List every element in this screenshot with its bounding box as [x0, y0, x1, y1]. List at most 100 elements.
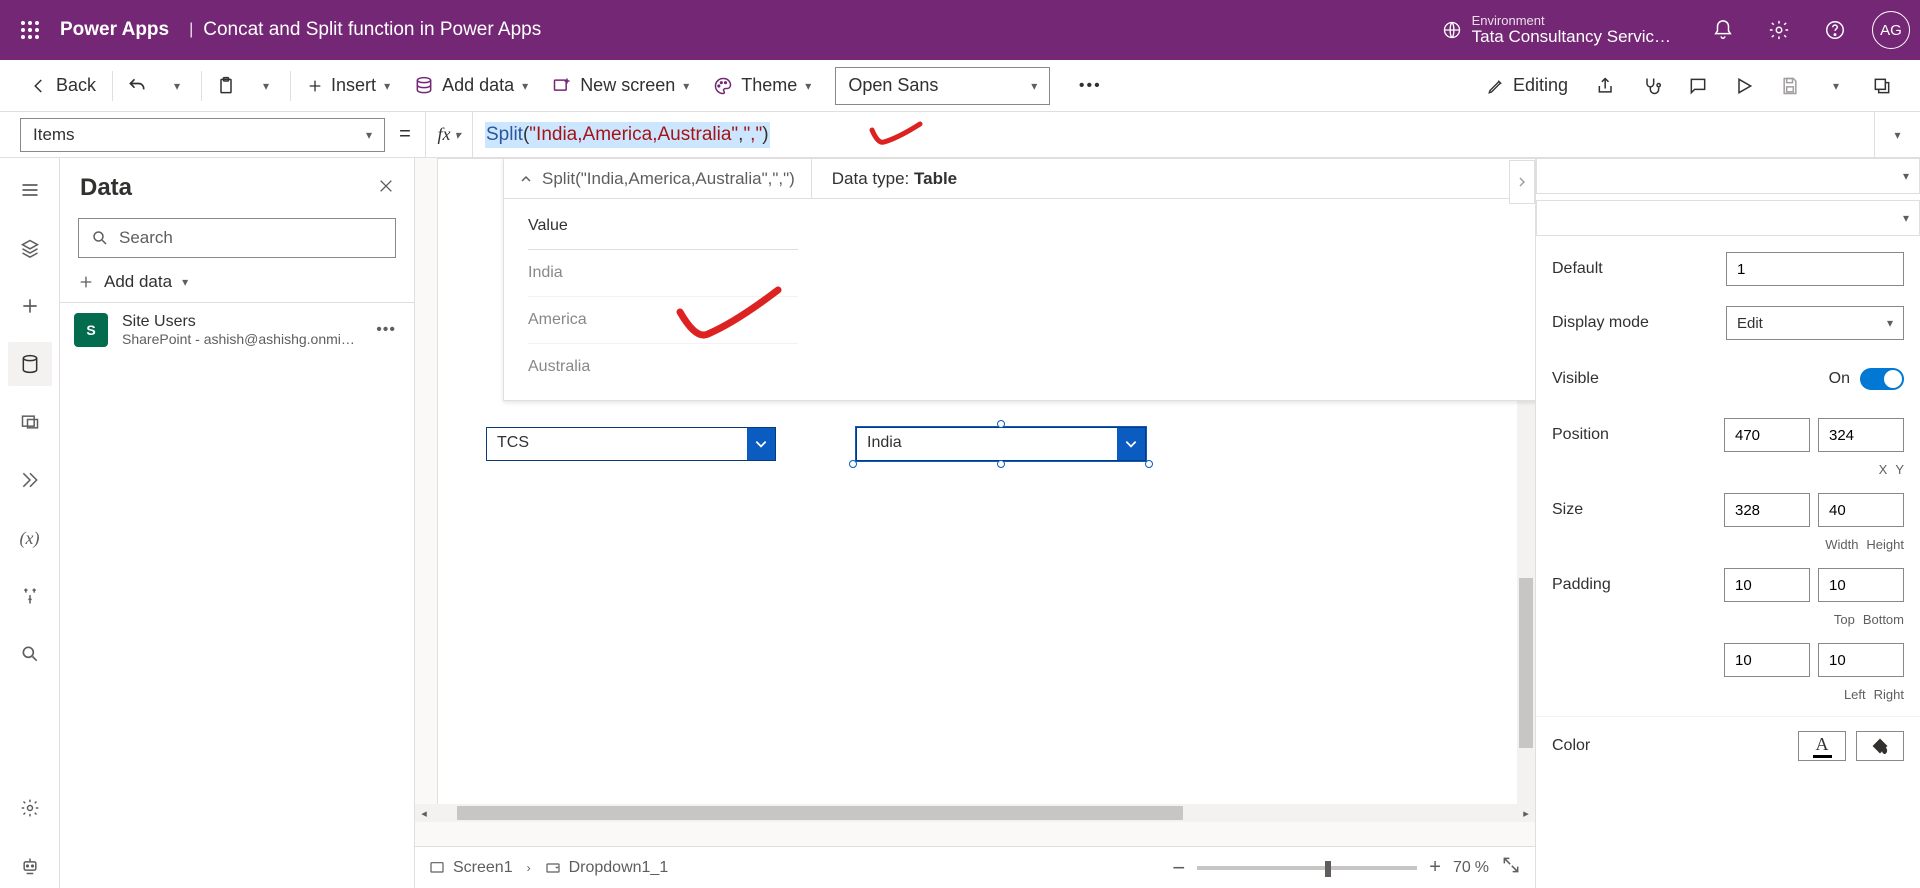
zoom-slider[interactable]	[1197, 866, 1417, 870]
rail-media[interactable]	[8, 400, 52, 444]
zoom-in-button[interactable]: +	[1429, 856, 1441, 879]
result-datatype: Data type: Table	[812, 169, 977, 189]
prop-size-height[interactable]	[1818, 493, 1904, 527]
rail-advanced-tools[interactable]	[8, 574, 52, 618]
fx-button[interactable]: fx ▾	[425, 112, 473, 158]
dropdown1-value: TCS	[487, 428, 747, 460]
scroll-left-button[interactable]: ◂	[415, 804, 433, 822]
app-checker-button[interactable]	[1634, 68, 1670, 104]
rail-tree-view[interactable]	[8, 226, 52, 270]
prop-padding-bottom[interactable]	[1818, 568, 1904, 602]
gear-icon	[20, 798, 40, 818]
rail-data[interactable]	[8, 342, 52, 386]
rail-variables[interactable]: (x)	[8, 516, 52, 560]
fx-icon: fx	[437, 124, 450, 145]
fill-color-swatch[interactable]	[1856, 731, 1904, 761]
data-source-item[interactable]: S Site Users SharePoint - ashish@ashishg…	[60, 303, 414, 357]
canvas-horizontal-scrollbar[interactable]: ◂ ▸	[415, 804, 1535, 822]
notifications-button[interactable]	[1699, 6, 1747, 54]
data-panel-title: Data	[80, 174, 378, 202]
paste-button[interactable]	[208, 68, 244, 104]
red-check-annotation	[868, 120, 924, 148]
app-launcher[interactable]	[0, 0, 60, 60]
rail-virtual-agent[interactable]	[8, 844, 52, 888]
theme-label: Theme	[741, 75, 797, 96]
add-data-button[interactable]: Add data ▾	[404, 69, 538, 102]
save-button[interactable]	[1772, 68, 1808, 104]
theme-button[interactable]: Theme ▾	[703, 69, 821, 102]
data-search-input[interactable]: Search	[78, 218, 396, 258]
add-data-link[interactable]: Add data ▾	[60, 266, 414, 302]
chevron-down-icon	[754, 437, 768, 451]
rail-insert[interactable]	[8, 284, 52, 328]
prop-position-x[interactable]	[1724, 418, 1810, 452]
fit-to-screen-button[interactable]	[1501, 855, 1521, 880]
prop-size-width[interactable]	[1724, 493, 1810, 527]
breadcrumb-control[interactable]: Dropdown1_1	[545, 859, 669, 877]
prop-visible-toggle[interactable]	[1860, 368, 1904, 390]
chevron-down-icon: ▾	[263, 79, 269, 93]
chevron-down-icon	[1124, 437, 1138, 451]
property-value: Items	[33, 125, 75, 145]
environment-picker[interactable]: Environment Tata Consultancy Servic…	[1442, 14, 1671, 47]
chevron-right-icon: ›	[527, 861, 531, 875]
insert-label: Insert	[331, 75, 376, 96]
back-button[interactable]: Back	[20, 69, 106, 102]
gear-icon	[1768, 19, 1790, 41]
insert-button[interactable]: Insert ▾	[297, 69, 400, 102]
prop-default-input[interactable]	[1726, 252, 1904, 286]
breadcrumb-screen[interactable]: Screen1	[429, 859, 513, 877]
dropdown-control-1[interactable]: TCS	[486, 427, 776, 461]
settings-button[interactable]	[1755, 6, 1803, 54]
prop-display-mode-label: Display mode	[1552, 314, 1716, 332]
sub-left: Left	[1844, 687, 1866, 702]
result-next-button[interactable]	[1509, 160, 1535, 204]
editing-mode-button[interactable]: Editing	[1477, 69, 1578, 102]
chevron-down-icon: ▾	[1894, 128, 1900, 142]
result-formula-crumb[interactable]: Split("India,America,Australia",",")	[504, 159, 812, 198]
properties-collapsed-dropdown-2[interactable]: ▾	[1536, 200, 1920, 236]
property-dropdown[interactable]: Items ▾	[20, 118, 385, 152]
formula-expand-button[interactable]: ▾	[1874, 112, 1920, 158]
zoom-pct: %	[1475, 859, 1489, 877]
share-button[interactable]	[1588, 68, 1624, 104]
scroll-right-button[interactable]: ▸	[1517, 804, 1535, 822]
preview-button[interactable]	[1726, 68, 1762, 104]
comments-button[interactable]	[1680, 68, 1716, 104]
properties-collapsed-dropdown-1[interactable]: ▾	[1536, 158, 1920, 194]
search-icon	[91, 229, 109, 247]
command-bar: Back ▾ ▾ Insert ▾ Add data ▾ New screen …	[0, 60, 1920, 112]
undo-button[interactable]	[119, 68, 155, 104]
save-dropdown[interactable]: ▾	[1818, 68, 1854, 104]
zoom-out-button[interactable]: −	[1172, 855, 1185, 881]
paste-dropdown[interactable]: ▾	[248, 68, 284, 104]
left-rail: (x)	[0, 158, 60, 888]
data-source-more[interactable]: •••	[372, 317, 400, 343]
font-dropdown[interactable]: Open Sans ▾	[835, 67, 1050, 105]
dropdown-caret[interactable]	[1117, 428, 1145, 460]
dropdown-icon	[545, 860, 561, 876]
undo-dropdown[interactable]: ▾	[159, 68, 195, 104]
prop-display-mode-dropdown[interactable]: Edit ▾	[1726, 306, 1904, 340]
user-avatar[interactable]: AG	[1872, 11, 1910, 49]
help-button[interactable]	[1811, 6, 1859, 54]
prop-padding-right[interactable]	[1818, 643, 1904, 677]
new-screen-label: New screen	[580, 75, 675, 96]
dropdown-caret[interactable]	[747, 428, 775, 460]
data-panel-close[interactable]	[378, 178, 394, 199]
overflow-button[interactable]: •••	[1072, 68, 1108, 104]
new-screen-button[interactable]: New screen ▾	[542, 69, 699, 102]
rail-hamburger[interactable]	[8, 168, 52, 212]
rail-power-automate[interactable]	[8, 458, 52, 502]
publish-button[interactable]	[1864, 68, 1900, 104]
rail-settings[interactable]	[8, 786, 52, 830]
prop-padding-left[interactable]	[1724, 643, 1810, 677]
close-icon	[378, 178, 394, 194]
formula-input[interactable]: Split("India,America,Australia",",")	[473, 112, 1874, 158]
database-icon	[20, 354, 40, 374]
prop-padding-top[interactable]	[1724, 568, 1810, 602]
dropdown-control-2-selected[interactable]: India	[856, 427, 1146, 461]
font-color-swatch[interactable]: A	[1798, 731, 1846, 761]
prop-position-y[interactable]	[1818, 418, 1904, 452]
rail-search[interactable]	[8, 632, 52, 676]
